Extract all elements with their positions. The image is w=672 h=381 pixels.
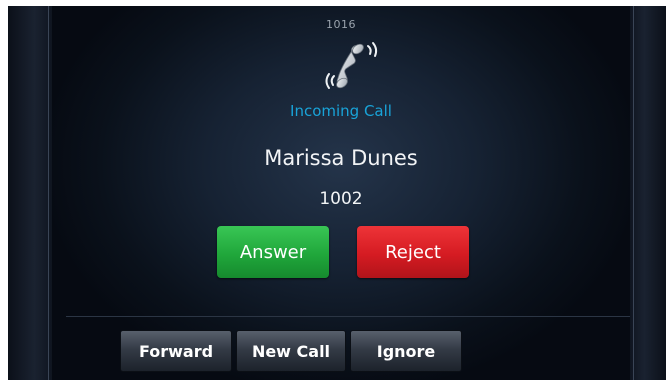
call-status: Incoming Call <box>290 102 392 120</box>
answer-button[interactable]: Answer <box>217 226 329 278</box>
incoming-call-screen: 1016 Incoming Call Marissa Dunes 1002 An… <box>52 6 630 380</box>
ringing-handset-icon <box>325 42 378 89</box>
right-bezel <box>630 6 666 380</box>
softkey-divider <box>66 316 630 317</box>
new-call-softkey[interactable]: New Call <box>236 330 346 372</box>
caller-name: Marissa Dunes <box>264 146 418 170</box>
ignore-softkey[interactable]: Ignore <box>350 330 462 372</box>
line-label: 1016 <box>326 18 356 31</box>
reject-button[interactable]: Reject <box>357 226 469 278</box>
forward-softkey[interactable]: Forward <box>120 330 232 372</box>
left-bezel <box>8 6 52 380</box>
caller-number: 1002 <box>319 189 363 209</box>
phone-display: 1016 Incoming Call Marissa Dunes 1002 An… <box>8 6 666 380</box>
